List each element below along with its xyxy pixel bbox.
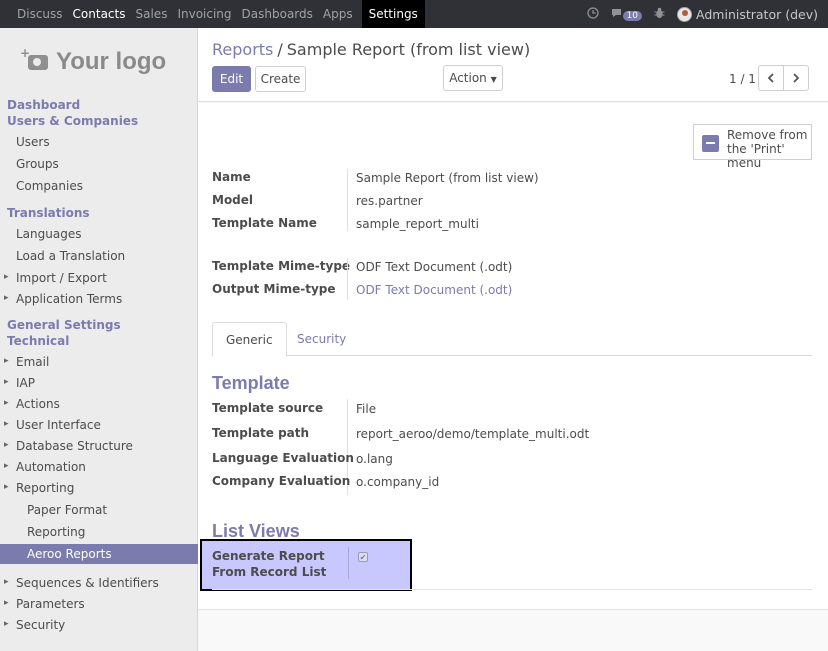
main-menu: Discuss Contacts Sales Invoicing Dashboa… — [0, 0, 425, 28]
menu-invoicing[interactable]: Invoicing — [172, 0, 236, 28]
messages-dropdown[interactable]: 10 — [611, 7, 643, 21]
message-count-badge: 10 — [622, 11, 643, 21]
chevron-left-icon — [767, 73, 774, 83]
sidebar-item-general-settings[interactable]: General Settings — [0, 318, 198, 332]
user-name: Administrator (dev) — [696, 6, 818, 22]
menu-discuss[interactable]: Discuss — [12, 0, 68, 28]
field-divider — [347, 169, 348, 231]
generate-report-label-line1: Generate Report — [212, 549, 325, 563]
template-name-value: sample_report_multi — [356, 217, 479, 231]
remove-line1: Remove from — [727, 128, 808, 142]
sidebar-item-users-companies[interactable]: Users & Companies — [0, 114, 198, 128]
sidebar-item-load-translation[interactable]: Load a Translation — [0, 249, 198, 263]
tab-generic[interactable]: Generic — [212, 322, 287, 357]
company-evaluation-value: o.company_id — [356, 475, 440, 489]
template-name-label: Template Name — [212, 216, 317, 230]
create-button[interactable]: Create — [255, 66, 306, 92]
template-path-label: Template path — [212, 426, 310, 440]
sidebar: + Your logo Dashboard Users & Companies … — [0, 28, 198, 651]
sidebar-item-users[interactable]: Users — [0, 135, 198, 149]
template-mimetype-label: Template Mime-type — [212, 259, 351, 273]
sidebar-item-parameters[interactable]: Parameters — [0, 597, 198, 611]
pager-next-button[interactable] — [783, 65, 809, 91]
action-dropdown[interactable]: Action ▼ — [443, 65, 503, 91]
tab-security[interactable]: Security — [284, 322, 359, 357]
generate-report-label: Generate Report From Record List — [212, 548, 326, 580]
caret-down-icon: ▼ — [490, 75, 497, 84]
sidebar-item-application-terms[interactable]: Application Terms — [0, 292, 198, 306]
model-label: Model — [212, 193, 254, 207]
sheet-divider — [212, 589, 812, 590]
menu-contacts[interactable]: Contacts — [68, 0, 131, 28]
sidebar-item-actions[interactable]: Actions — [0, 397, 198, 411]
comments-icon — [611, 9, 621, 17]
sidebar-item-email[interactable]: Email — [0, 355, 198, 369]
pager-value: 1 / 1 — [729, 72, 756, 86]
bug-icon[interactable] — [654, 7, 665, 22]
sidebar-item-dashboard[interactable]: Dashboard — [0, 98, 198, 112]
sidebar-item-database-structure[interactable]: Database Structure — [0, 439, 198, 453]
template-source-value: File — [356, 402, 377, 416]
breadcrumb-separator: / — [277, 40, 283, 59]
minus-square-icon — [702, 135, 719, 152]
chevron-right-icon — [793, 73, 800, 83]
breadcrumb-reports-link[interactable]: Reports — [212, 40, 273, 59]
sidebar-item-companies[interactable]: Companies — [0, 179, 198, 193]
sidebar-item-languages[interactable]: Languages — [0, 227, 198, 241]
camera-icon: + — [20, 46, 48, 70]
sidebar-item-translations[interactable]: Translations — [0, 206, 198, 220]
generate-report-from-list-row: Generate Report From Record List ✔ — [200, 539, 412, 591]
language-evaluation-value: o.lang — [356, 452, 393, 466]
field-divider — [348, 547, 349, 579]
template-mimetype-value: ODF Text Document (.odt) — [356, 260, 513, 274]
top-navbar: Discuss Contacts Sales Invoicing Dashboa… — [0, 0, 828, 28]
edit-button[interactable]: Edit — [212, 66, 251, 92]
language-evaluation-label: Language Evaluation — [212, 451, 354, 465]
template-source-label: Template source — [212, 401, 324, 415]
template-path-value: report_aeroo/demo/template_multi.odt — [356, 427, 590, 441]
menu-sales[interactable]: Sales — [131, 0, 173, 28]
logo-text: Your logo — [56, 48, 167, 75]
company-evaluation-label: Company Evaluation — [212, 474, 351, 488]
menu-settings[interactable]: Settings — [361, 0, 425, 28]
clock-icon[interactable] — [587, 6, 599, 22]
sidebar-item-sequences[interactable]: Sequences & Identifiers — [0, 576, 198, 590]
remove-from-print-menu-button[interactable]: Remove from the 'Print' menu — [693, 124, 812, 170]
sidebar-item-iap[interactable]: IAP — [0, 376, 198, 390]
generate-report-checkbox[interactable]: ✔ — [358, 552, 368, 562]
remove-line2: the 'Print' menu — [727, 142, 785, 170]
breadcrumb: Reports / Sample Report (from list view) — [212, 40, 530, 59]
user-menu[interactable]: Administrator (dev) — [677, 6, 818, 22]
sidebar-item-technical[interactable]: Technical — [0, 334, 198, 348]
sidebar-item-aeroo-reports[interactable]: Aeroo Reports — [0, 544, 198, 564]
breadcrumb-current: Sample Report (from list view) — [286, 40, 531, 59]
sidebar-item-security[interactable]: Security — [0, 618, 198, 632]
sidebar-item-reporting-sub[interactable]: Reporting — [0, 525, 198, 539]
action-label: Action — [449, 71, 487, 85]
sidebar-item-import-export[interactable]: Import / Export — [0, 271, 198, 285]
name-label: Name — [212, 170, 251, 184]
remove-button-text: Remove from the 'Print' menu — [727, 128, 811, 170]
output-mimetype-label: Output Mime-type — [212, 282, 336, 296]
model-value: res.partner — [356, 194, 423, 208]
generate-report-label-line2: From Record List — [212, 565, 327, 579]
menu-dashboards[interactable]: Dashboards — [237, 0, 318, 28]
sidebar-item-paper-format[interactable]: Paper Format — [0, 503, 198, 517]
name-value: Sample Report (from list view) — [356, 171, 539, 185]
company-logo: + Your logo — [20, 46, 167, 76]
control-panel: Reports / Sample Report (from list view) E… — [198, 28, 828, 102]
sidebar-item-user-interface[interactable]: User Interface — [0, 418, 198, 432]
output-mimetype-value[interactable]: ODF Text Document (.odt) — [356, 283, 512, 297]
main-content: Reports / Sample Report (from list view) E… — [198, 28, 828, 651]
pager-previous-button[interactable] — [758, 65, 784, 91]
form-sheet: Remove from the 'Print' menu Name Sample … — [198, 103, 828, 610]
sidebar-item-reporting[interactable]: Reporting — [0, 481, 198, 495]
avatar — [677, 6, 693, 22]
field-divider — [347, 258, 348, 300]
template-section-title: Template — [212, 373, 290, 393]
sidebar-item-groups[interactable]: Groups — [0, 157, 198, 171]
sidebar-item-automation[interactable]: Automation — [0, 460, 198, 474]
notebook-tabs: Generic Security — [212, 322, 812, 357]
menu-apps[interactable]: Apps — [318, 0, 358, 28]
